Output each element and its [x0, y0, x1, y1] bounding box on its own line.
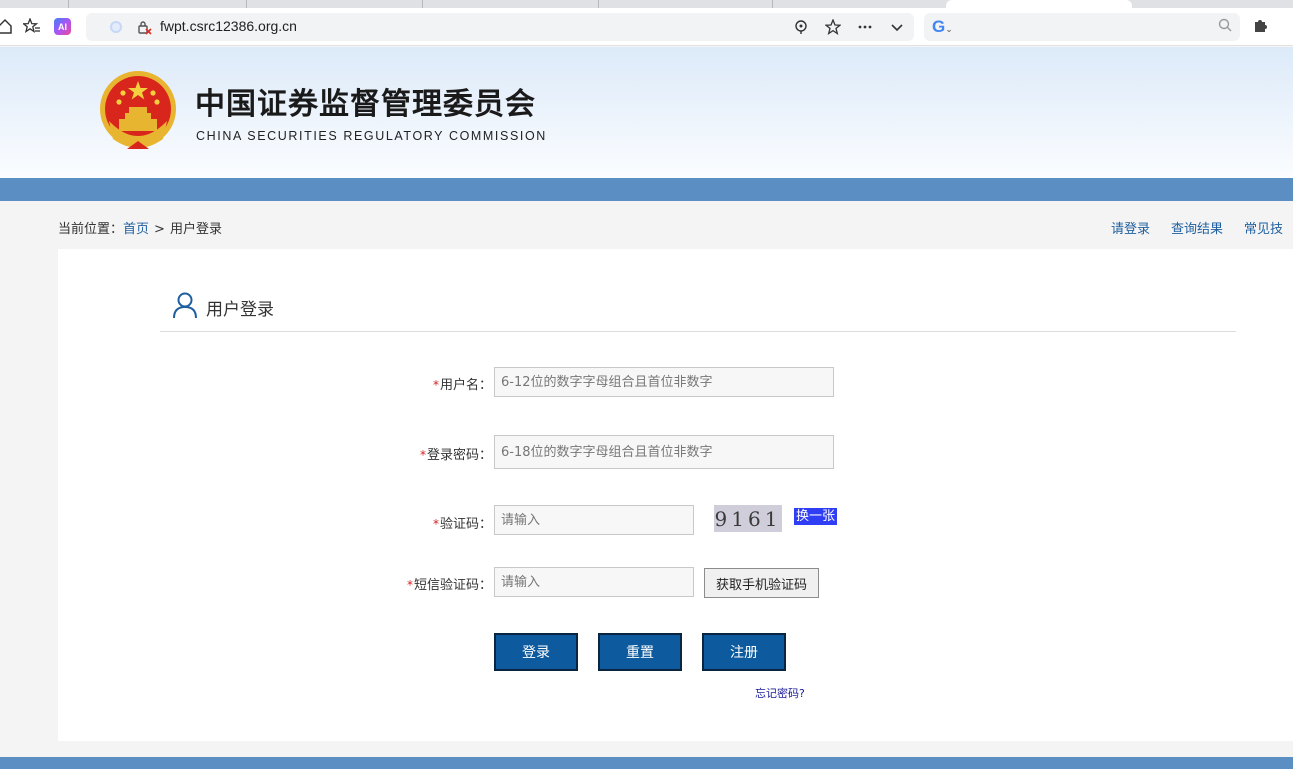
national-emblem-icon	[100, 71, 176, 149]
panel-title: 用户登录	[206, 300, 274, 320]
top-links: 请登录 查询结果 常见技	[1111, 218, 1293, 237]
faq-link[interactable]: 常见技	[1244, 222, 1283, 237]
sms-code-input[interactable]	[494, 567, 694, 597]
register-button[interactable]: 注册	[702, 633, 786, 671]
search-box[interactable]: G⌄	[924, 13, 1240, 41]
home-icon[interactable]	[0, 15, 16, 37]
ai-assistant-icon[interactable]: AI	[54, 18, 71, 35]
panel-header: 用户登录	[160, 289, 1236, 332]
footer-band	[0, 757, 1293, 769]
search-magnifier-icon[interactable]	[1218, 18, 1232, 36]
breadcrumb: 当前位置：首页 > 用户登录	[58, 218, 222, 237]
site-title-en: CHINA SECURITIES REGULATORY COMMISSION	[196, 129, 547, 143]
breadcrumb-home-link[interactable]: 首页	[123, 222, 149, 237]
active-tab[interactable]	[946, 0, 1132, 8]
required-mark: *	[432, 517, 439, 531]
breadcrumb-prefix: 当前位置：	[58, 222, 124, 237]
captcha-input[interactable]	[494, 505, 694, 535]
favorites-star-list-icon[interactable]	[21, 15, 43, 37]
captcha-image[interactable]: 9161	[714, 505, 782, 532]
login-link[interactable]: 请登录	[1111, 222, 1150, 237]
login-button[interactable]: 登录	[494, 633, 578, 671]
dropdown-chevron-icon[interactable]	[888, 17, 906, 37]
header-band	[0, 178, 1293, 201]
required-mark: *	[432, 378, 439, 392]
forgot-password-link[interactable]: 忘记密码?	[755, 685, 805, 701]
breadcrumb-bar: 当前位置：首页 > 用户登录 请登录 查询结果 常见技	[0, 201, 1293, 249]
user-icon	[173, 292, 197, 319]
favorite-star-icon[interactable]	[824, 17, 842, 37]
get-sms-code-button[interactable]: 获取手机验证码	[704, 568, 819, 598]
query-results-link[interactable]: 查询结果	[1171, 222, 1223, 237]
browser-toolbar: AI fwpt.csrc12386.org.cn G⌄	[0, 0, 1293, 46]
reset-button[interactable]: 重置	[598, 633, 682, 671]
google-logo[interactable]: G⌄	[932, 17, 953, 37]
breadcrumb-current: 用户登录	[169, 222, 222, 237]
username-input[interactable]	[494, 367, 834, 397]
captcha-label: *验证码：	[432, 517, 492, 532]
read-aloud-icon[interactable]	[792, 17, 810, 37]
tab-strip	[0, 0, 1293, 8]
password-label: *登录密码：	[419, 448, 492, 463]
login-panel: 用户登录 *用户名： *登录密码： *验证码： 9161 换一张 *短信验证码：…	[58, 249, 1293, 741]
url-text[interactable]: fwpt.csrc12386.org.cn	[160, 18, 297, 34]
tracking-prevention-icon[interactable]	[110, 21, 122, 33]
sms-code-label: *短信验证码：	[406, 578, 492, 593]
username-label: *用户名：	[432, 378, 492, 393]
password-input[interactable]	[494, 435, 834, 469]
site-header: 中国证券监督管理委员会 CHINA SECURITIES REGULATORY …	[0, 47, 1293, 178]
extensions-puzzle-icon[interactable]	[1252, 16, 1270, 38]
refresh-captcha-link[interactable]: 换一张	[794, 508, 838, 525]
required-mark: *	[419, 448, 426, 462]
more-dots-icon[interactable]	[856, 17, 874, 37]
address-bar[interactable]: fwpt.csrc12386.org.cn	[86, 13, 914, 41]
breadcrumb-separator: >	[154, 222, 165, 237]
not-secure-icon[interactable]	[136, 19, 152, 35]
site-title-cn: 中国证券监督管理委员会	[195, 87, 536, 122]
required-mark: *	[406, 578, 413, 592]
